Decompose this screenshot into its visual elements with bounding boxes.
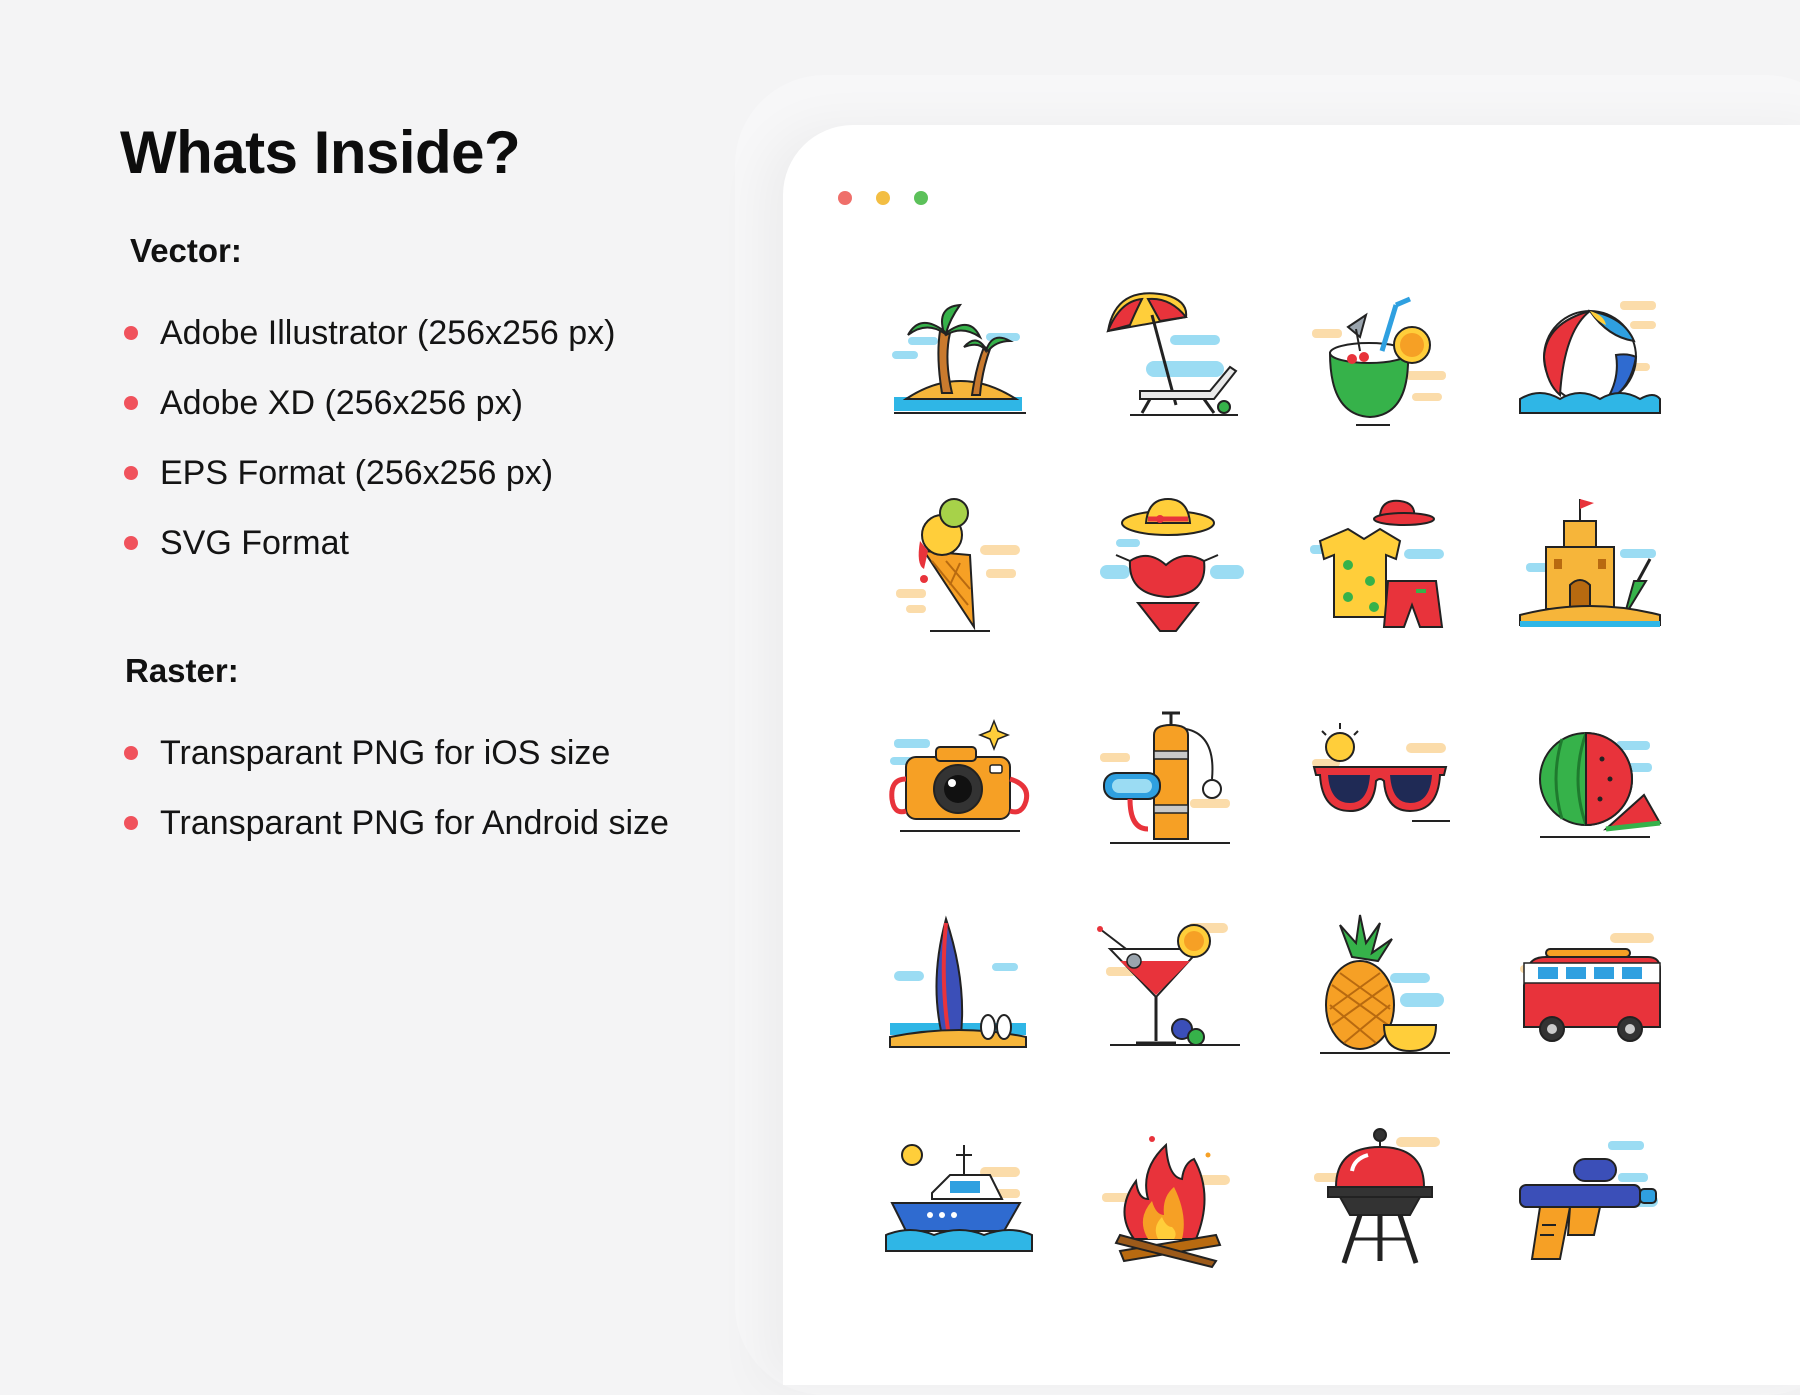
format-label: Adobe XD (256x256 px) <box>160 383 523 422</box>
speed-boat-icon <box>880 1115 1040 1275</box>
bullet-icon <box>124 466 138 480</box>
bullet-icon <box>124 326 138 340</box>
surfboard-icon <box>880 905 1040 1065</box>
list-item: SVG Format <box>124 508 615 578</box>
bullet-icon <box>124 536 138 550</box>
sand-castle-icon <box>1510 485 1670 645</box>
water-gun-icon <box>1510 1115 1670 1275</box>
list-item: Transparant PNG for iOS size <box>124 718 669 788</box>
bullet-icon <box>124 746 138 760</box>
beach-umbrella-chair-icon <box>1090 275 1250 435</box>
cocktail-icon <box>1090 905 1250 1065</box>
watermelon-icon <box>1510 695 1670 855</box>
features-panel: Whats Inside? Vector: Adobe Illustrator … <box>0 0 720 1360</box>
camera-icon <box>880 695 1040 855</box>
list-item: EPS Format (256x256 px) <box>124 438 615 508</box>
sunglasses-icon <box>1300 695 1460 855</box>
camper-van-icon <box>1510 905 1670 1065</box>
format-label: Transparant PNG for iOS size <box>160 733 611 772</box>
scuba-tank-mask-icon <box>1090 695 1250 855</box>
list-item: Adobe Illustrator (256x256 px) <box>124 298 615 368</box>
raster-format-list: Transparant PNG for iOS size Transparant… <box>124 718 669 858</box>
beach-ball-icon <box>1510 275 1670 435</box>
bullet-icon <box>124 396 138 410</box>
list-item: Adobe XD (256x256 px) <box>124 368 615 438</box>
format-label: EPS Format (256x256 px) <box>160 453 554 492</box>
raster-section-title: Raster: <box>125 652 239 689</box>
bikini-hat-icon <box>1090 485 1250 645</box>
palm-island-icon <box>880 275 1040 435</box>
ice-cream-cone-icon <box>880 485 1040 645</box>
barbecue-grill-icon <box>1300 1115 1460 1275</box>
window-controls <box>838 191 928 205</box>
format-label: SVG Format <box>160 523 349 562</box>
hawaiian-shirt-shorts-icon <box>1300 485 1460 645</box>
pineapple-icon <box>1300 905 1460 1065</box>
bullet-icon <box>124 816 138 830</box>
format-label: Transparant PNG for Android size <box>160 803 669 842</box>
vector-format-list: Adobe Illustrator (256x256 px) Adobe XD … <box>124 298 615 578</box>
list-item: Transparant PNG for Android size <box>124 788 669 858</box>
format-label: Adobe Illustrator (256x256 px) <box>160 313 616 352</box>
maximize-dot-icon <box>914 191 928 205</box>
coconut-drink-icon <box>1300 275 1460 435</box>
minimize-dot-icon <box>876 191 890 205</box>
close-dot-icon <box>838 191 852 205</box>
page-title: Whats Inside? <box>120 119 521 186</box>
campfire-icon <box>1090 1115 1250 1275</box>
vector-section-title: Vector: <box>130 232 242 269</box>
